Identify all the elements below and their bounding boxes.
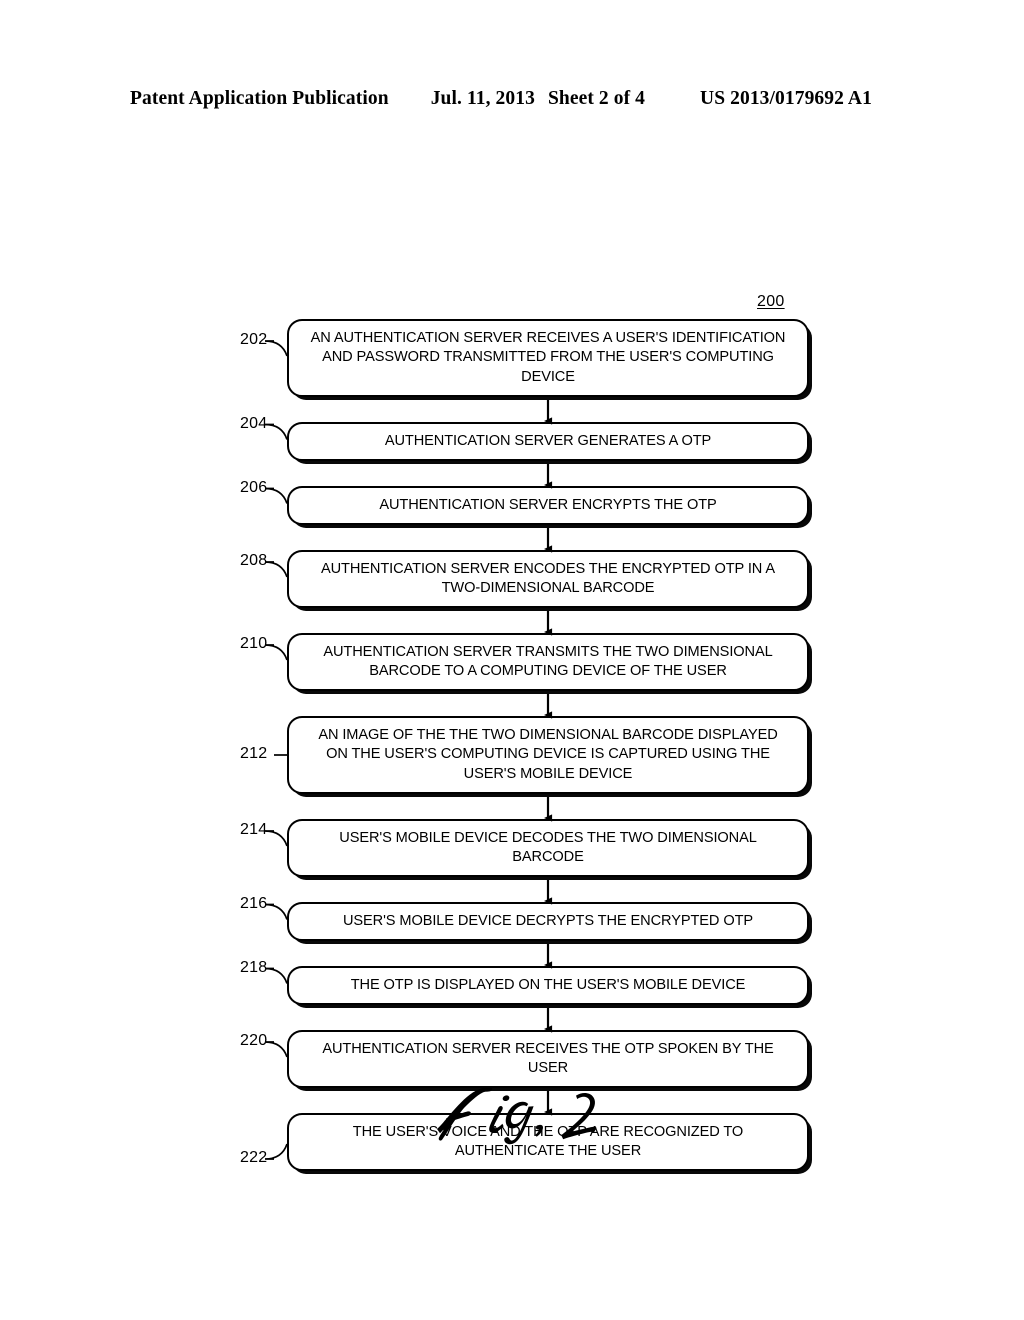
flowchart-box-label-line: USER'S MOBILE DEVICE DECRYPTS THE ENCRYP…: [342, 912, 754, 929]
reference-leader-line-214: [264, 830, 288, 847]
flowchart-box-label-line: USER'S MOBILE DEVICE DECODES THE TWO DIM…: [339, 829, 757, 846]
reference-numeral-204: 204: [240, 414, 268, 432]
figure-caption: Fig. 2: [430, 1082, 630, 1145]
flowchart-box-label-line: AN AUTHENTICATION SERVER RECEIVES A USER…: [310, 329, 786, 346]
reference-numeral-216: 216: [240, 894, 268, 912]
figure-reference-numeral-200: 200: [757, 293, 785, 310]
flowchart-box-label-line: AUTHENTICATE THE USER: [454, 1143, 642, 1159]
flowchart-figure: 200 202 AN AUTHENTICATION SERVER RECEIVES…: [0, 0, 1024, 1320]
reference-leader-line-204: [264, 423, 288, 440]
reference-leader-line-202: [264, 340, 288, 357]
reference-numeral-208: 208: [240, 552, 268, 569]
flowchart-box-label-218: THE OTP IS DISPLAYED ON THE USER'S MOBIL…: [288, 967, 808, 1004]
reference-leader-line-220: [264, 1041, 288, 1058]
flowchart-box-label-202: AN AUTHENTICATION SERVER RECEIVES A USER…: [288, 320, 808, 396]
reference-numeral-210: 210: [240, 635, 268, 652]
flowchart-box-label-line: AUTHENTICATION SERVER ENCRYPTS THE OTP: [379, 496, 717, 513]
reference-numeral-218: 218: [240, 958, 268, 976]
reference-numeral-220: 220: [240, 1032, 268, 1049]
flowchart-box-label-220: AUTHENTICATION SERVER RECEIVES THE OTP S…: [288, 1031, 808, 1087]
reference-leader-line-218: [264, 967, 288, 984]
reference-leader-line-216: [264, 903, 288, 920]
flowchart-box-label-216: USER'S MOBILE DEVICE DECRYPTS THE ENCRYP…: [288, 903, 808, 940]
flowchart-leader-group: [264, 340, 288, 1160]
flowchart-box-label-line: TWO-DIMENSIONAL BARCODE: [441, 580, 655, 596]
flowchart-box-label-214: USER'S MOBILE DEVICE DECODES THE TWO DIM…: [288, 820, 808, 876]
reference-leader-line-208: [264, 561, 288, 578]
flowchart-box-label-206: AUTHENTICATION SERVER ENCRYPTS THE OTP: [288, 487, 808, 524]
flowchart-box-label-line: THE OTP IS DISPLAYED ON THE USER'S MOBIL…: [350, 976, 746, 993]
reference-leader-line-222: [264, 1143, 288, 1160]
reference-numeral-214: 214: [240, 821, 268, 838]
reference-numeral-212: 212: [240, 745, 268, 762]
flowchart-box-label-line: AUTHENTICATION SERVER GENERATES A OTP: [384, 432, 712, 449]
flowchart-box-label-line: BARCODE: [512, 849, 584, 865]
flowchart-box-label-line: USER'S MOBILE DEVICE: [463, 765, 633, 782]
reference-numeral-222: 222: [240, 1149, 268, 1166]
flowchart-box-label-line: AND PASSWORD TRANSMITTED FROM THE USER'S…: [322, 349, 774, 366]
reference-leader-line-210: [264, 644, 288, 661]
flowchart-box-label-line: AN IMAGE OF THE THE TWO DIMENSIONAL BARC…: [318, 726, 778, 743]
reference-leader-line-206: [264, 487, 288, 504]
flowchart-box-label-line: DEVICE: [521, 368, 575, 385]
flowchart-box-label-line: AUTHENTICATION SERVER RECEIVES THE OTP S…: [322, 1040, 774, 1057]
flowchart-box-label-212: AN IMAGE OF THE THE TWO DIMENSIONAL BARC…: [288, 717, 808, 793]
flowchart-box-label-line: AUTHENTICATION SERVER ENCODES THE ENCRYP…: [320, 560, 776, 577]
flowchart-box-label-line: BARCODE TO A COMPUTING DEVICE OF THE USE…: [369, 663, 727, 679]
flowchart-box-label-line: USER: [527, 1060, 569, 1076]
reference-numeral-206: 206: [240, 478, 268, 496]
flowchart-box-label-line: AUTHENTICATION SERVER TRANSMITS THE TWO …: [323, 643, 773, 660]
flowchart-box-label-204: AUTHENTICATION SERVER GENERATES A OTP: [288, 423, 808, 460]
flowchart-box-label-210: AUTHENTICATION SERVER TRANSMITS THE TWO …: [288, 634, 808, 690]
flowchart-box-label-line: ON THE USER'S COMPUTING DEVICE IS CAPTUR…: [326, 746, 770, 763]
reference-numeral-202: 202: [240, 331, 268, 348]
flowchart-box-label-208: AUTHENTICATION SERVER ENCODES THE ENCRYP…: [288, 551, 808, 607]
figure-caption-lettering: Fig. 2: [437, 1086, 597, 1145]
